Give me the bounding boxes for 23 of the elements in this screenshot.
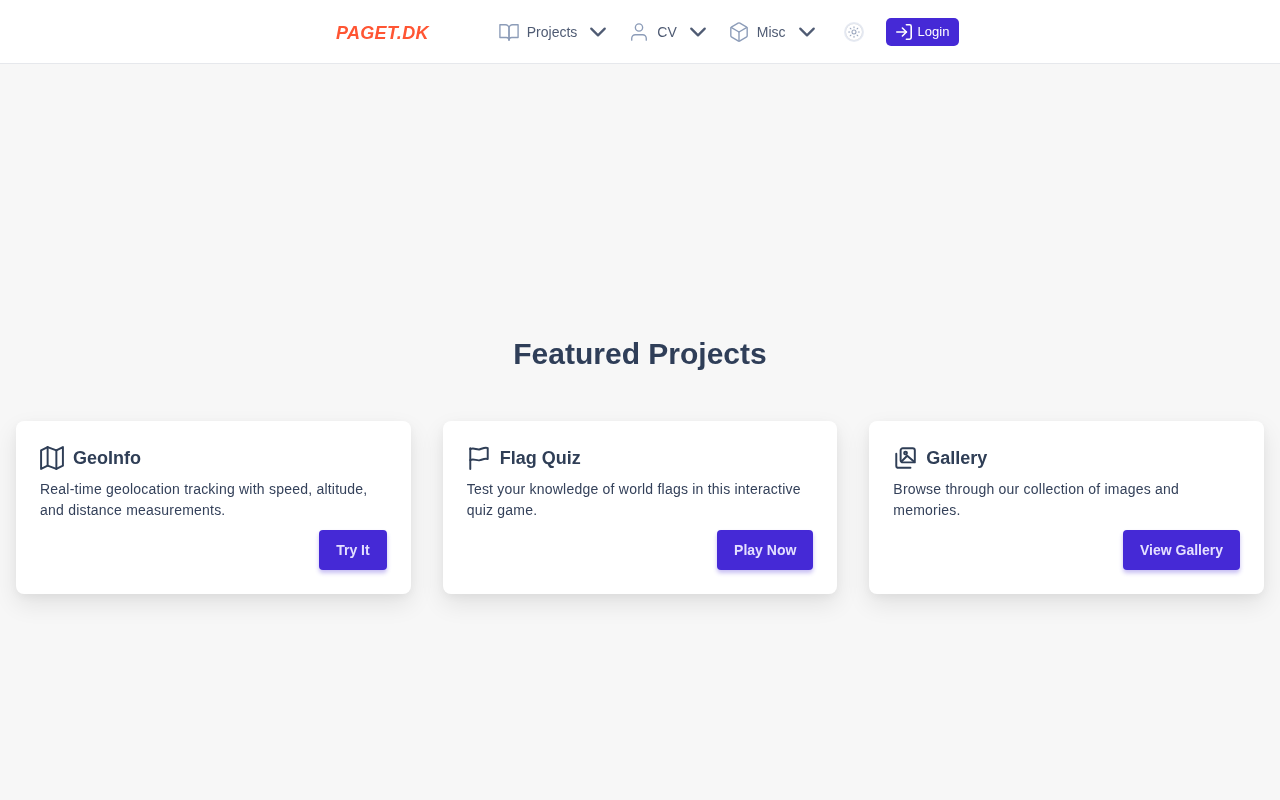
map-icon xyxy=(40,446,64,470)
card-action-button[interactable]: Play Now xyxy=(717,530,814,570)
card-action-button[interactable]: View Gallery xyxy=(1122,530,1240,570)
card-title: Flag Quiz xyxy=(499,447,581,469)
card-title: Gallery xyxy=(926,447,988,469)
nav-menu-item[interactable]: Misc xyxy=(728,21,816,42)
card-title: GeoInfo xyxy=(73,447,141,469)
nav-menu-item[interactable]: CV xyxy=(629,21,707,42)
login-icon xyxy=(895,23,912,40)
card-description: Test your knowledge of world flags in this interactive quiz game. xyxy=(466,480,802,520)
user-icon xyxy=(629,21,650,42)
card-description: Browse through our collection of images and memories. xyxy=(893,480,1181,520)
book-icon xyxy=(498,21,519,42)
theme-toggle-switch[interactable] xyxy=(843,21,864,42)
sun-icon xyxy=(845,23,862,40)
card-description: Real-time geolocation tracking with speed, altitude, and distance measurements. xyxy=(40,480,369,520)
flag-icon xyxy=(466,446,491,470)
images-icon xyxy=(893,446,918,470)
card-action-button[interactable]: Try It xyxy=(319,530,387,570)
cube-icon xyxy=(728,21,749,42)
login-button[interactable]: Login xyxy=(885,17,960,46)
section-heading: Featured Projects xyxy=(512,336,768,372)
nav-menu-item[interactable]: Projects xyxy=(498,21,608,42)
